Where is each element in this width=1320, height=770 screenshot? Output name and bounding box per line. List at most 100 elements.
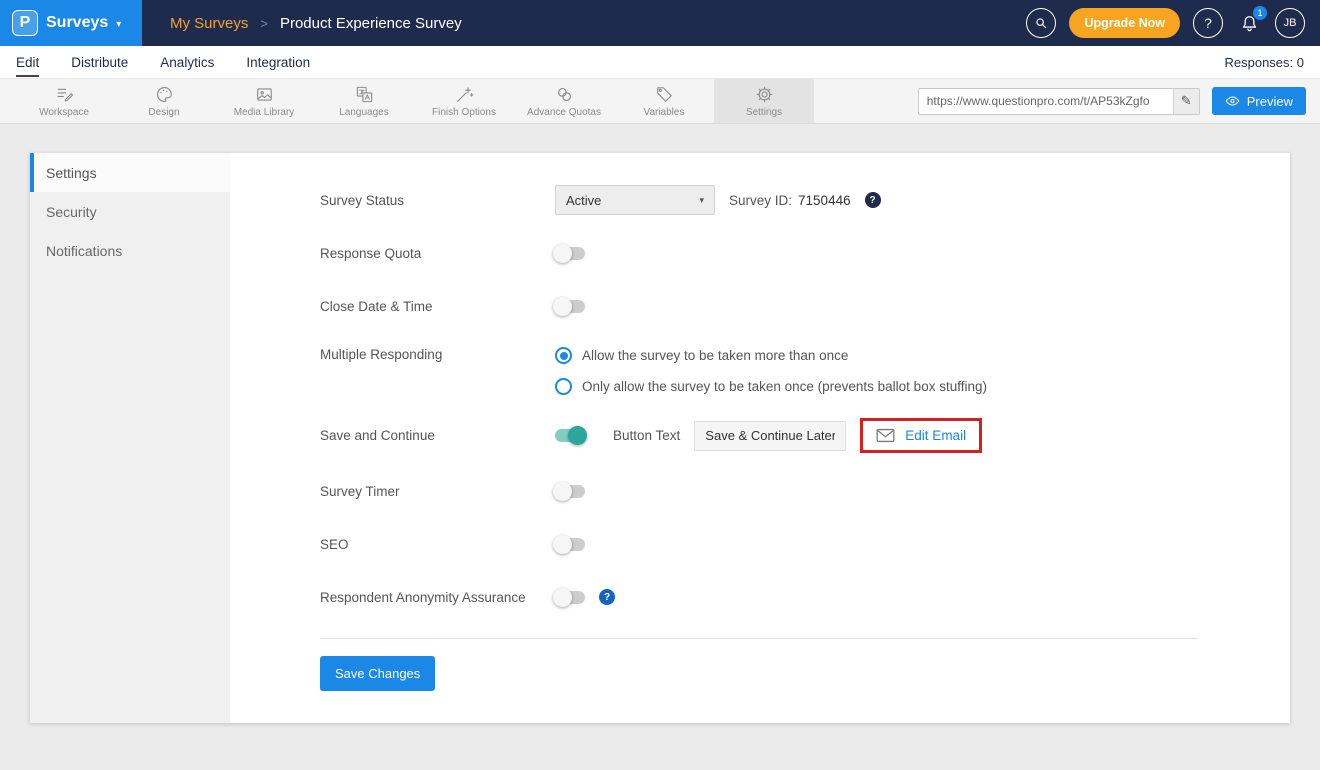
responses-count: Responses: 0 xyxy=(1225,55,1305,70)
survey-nav-tabs: Edit Distribute Analytics Integration xyxy=(16,47,310,77)
survey-status-label: Survey Status xyxy=(320,193,555,208)
preview-label: Preview xyxy=(1247,94,1293,109)
survey-id: Survey ID: 7150446 xyxy=(729,193,851,208)
main-content: Settings Security Notifications Survey S… xyxy=(0,124,1320,723)
tab-edit[interactable]: Edit xyxy=(16,47,39,77)
advance-quotas-icon xyxy=(555,85,574,104)
sidebar-item-notifications[interactable]: Notifications xyxy=(30,231,230,270)
save-changes-button[interactable]: Save Changes xyxy=(320,656,435,691)
save-and-continue-row: Save and Continue Button Text Edit Email xyxy=(320,418,1290,453)
toolbar-item-label: Design xyxy=(148,107,179,118)
user-avatar[interactable]: JB xyxy=(1275,8,1305,38)
media-library-icon xyxy=(255,85,274,104)
toolbar-item-workspace[interactable]: Workspace xyxy=(14,79,114,123)
toggle-knob xyxy=(553,297,572,316)
toolbar-item-media-library[interactable]: Media Library xyxy=(214,79,314,123)
breadcrumb-current-survey: Product Experience Survey xyxy=(280,15,462,32)
survey-id-help-icon[interactable]: ? xyxy=(865,192,881,208)
tab-distribute[interactable]: Distribute xyxy=(71,47,128,77)
design-icon xyxy=(155,85,174,104)
multiple-responding-options: Allow the survey to be taken more than o… xyxy=(555,344,987,395)
help-button[interactable]: ? xyxy=(1193,8,1223,38)
upgrade-now-button[interactable]: Upgrade Now xyxy=(1069,8,1180,38)
toolbar-item-finish-options[interactable]: Finish Options xyxy=(414,79,514,123)
edit-email-label: Edit Email xyxy=(905,428,966,443)
chevron-down-icon: ▾ xyxy=(699,195,704,206)
notifications-button[interactable]: 1 xyxy=(1236,10,1262,36)
radio-label: Only allow the survey to be taken once (… xyxy=(582,379,987,394)
breadcrumb-my-surveys[interactable]: My Surveys xyxy=(170,15,248,32)
multiple-responding-row: Multiple Responding Allow the survey to … xyxy=(320,344,1290,395)
anonymity-toggle[interactable] xyxy=(555,591,585,604)
seo-row: SEO xyxy=(320,529,1290,559)
survey-status-row: Survey Status Active ▾ Survey ID: 715044… xyxy=(320,185,1290,215)
top-bar: P Surveys ▾ My Surveys > Product Experie… xyxy=(0,0,1320,46)
radio-unselected-icon xyxy=(555,378,572,395)
survey-timer-label: Survey Timer xyxy=(320,484,555,499)
toggle-knob xyxy=(553,244,572,263)
toolbar-item-advance-quotas[interactable]: Advance Quotas xyxy=(514,79,614,123)
anonymity-help-icon[interactable]: ? xyxy=(599,589,615,605)
toggle-knob xyxy=(553,588,572,607)
settings-sidebar: Settings Security Notifications xyxy=(30,153,230,723)
pencil-icon: ✎ xyxy=(1181,93,1192,109)
search-icon xyxy=(1034,16,1048,30)
response-quota-toggle[interactable] xyxy=(555,247,585,260)
tab-integration[interactable]: Integration xyxy=(246,47,310,77)
edit-email-button[interactable]: Edit Email xyxy=(860,418,982,453)
question-mark-icon: ? xyxy=(1204,15,1212,31)
toolbar-item-label: Finish Options xyxy=(432,107,496,118)
multiple-responding-label: Multiple Responding xyxy=(320,344,555,362)
toggle-knob xyxy=(568,426,587,445)
toolbar-item-label: Media Library xyxy=(234,107,295,118)
preview-button[interactable]: Preview xyxy=(1212,87,1306,115)
toolbar-item-variables[interactable]: Variables xyxy=(614,79,714,123)
toolbar-item-languages[interactable]: Languages xyxy=(314,79,414,123)
radio-selected-icon xyxy=(555,347,572,364)
notification-count-badge: 1 xyxy=(1253,6,1267,20)
close-date-toggle[interactable] xyxy=(555,300,585,313)
toggle-knob xyxy=(553,535,572,554)
product-name: Surveys xyxy=(46,14,108,32)
edit-url-button[interactable]: ✎ xyxy=(1173,89,1199,114)
variables-icon xyxy=(655,85,674,104)
sidebar-item-security[interactable]: Security xyxy=(30,192,230,231)
form-divider xyxy=(320,638,1198,639)
survey-status-dropdown[interactable]: Active ▾ xyxy=(555,185,715,215)
breadcrumb: My Surveys > Product Experience Survey xyxy=(170,15,462,32)
radio-allow-multiple[interactable]: Allow the survey to be taken more than o… xyxy=(555,347,987,364)
survey-timer-row: Survey Timer xyxy=(320,476,1290,506)
radio-allow-once[interactable]: Only allow the survey to be taken once (… xyxy=(555,378,987,395)
toolbar-right: ✎ Preview xyxy=(918,79,1306,123)
survey-status-value: Active xyxy=(566,193,601,208)
product-switcher[interactable]: P Surveys ▾ xyxy=(0,0,142,46)
survey-nav: Edit Distribute Analytics Integration Re… xyxy=(0,46,1320,78)
sidebar-item-settings[interactable]: Settings xyxy=(30,153,230,192)
tab-analytics[interactable]: Analytics xyxy=(160,47,214,77)
survey-url-input[interactable] xyxy=(919,89,1173,114)
toolbar-item-settings[interactable]: Settings xyxy=(714,79,814,123)
response-quota-label: Response Quota xyxy=(320,246,555,261)
button-text-input[interactable] xyxy=(694,421,846,451)
toggle-knob xyxy=(553,482,572,501)
toolbar-item-design[interactable]: Design xyxy=(114,79,214,123)
edit-toolbar: Workspace Design Media Library Languages… xyxy=(0,78,1320,124)
survey-id-label: Survey ID: xyxy=(729,193,792,208)
topbar-actions: Upgrade Now ? 1 JB xyxy=(1026,8,1320,38)
breadcrumb-separator-icon: > xyxy=(260,16,268,31)
toolbar-item-label: Languages xyxy=(339,107,389,118)
search-button[interactable] xyxy=(1026,8,1056,38)
survey-timer-toggle[interactable] xyxy=(555,485,585,498)
questionpro-logo: P xyxy=(12,10,38,36)
close-date-row: Close Date & Time xyxy=(320,291,1290,321)
button-text-label: Button Text xyxy=(613,428,680,443)
response-quota-row: Response Quota xyxy=(320,238,1290,268)
save-and-continue-toggle[interactable] xyxy=(555,429,585,442)
survey-id-value: 7150446 xyxy=(798,193,851,208)
finish-options-icon xyxy=(455,85,474,104)
envelope-icon xyxy=(876,428,895,443)
save-and-continue-label: Save and Continue xyxy=(320,428,555,443)
seo-toggle[interactable] xyxy=(555,538,585,551)
survey-url-box: ✎ xyxy=(918,88,1200,115)
settings-card: Settings Security Notifications Survey S… xyxy=(30,153,1290,723)
